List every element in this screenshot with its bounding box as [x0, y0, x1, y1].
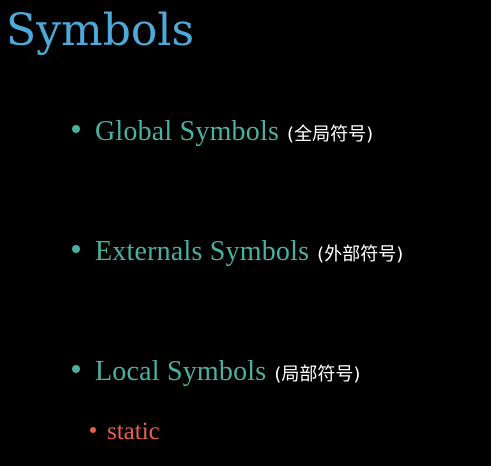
bullet-item-note: (局部符号) — [274, 364, 361, 385]
bullet-item-global-symbols: Global Symbols (全局符号) — [72, 116, 373, 148]
bullet-item-note: (外部符号) — [317, 244, 404, 265]
slide: Symbols Global Symbols (全局符号) Externals … — [0, 0, 491, 466]
sub-bullet-item-label: static — [107, 418, 160, 445]
bullet-item-label: Externals Symbols — [95, 236, 310, 267]
bullet-item-label: Local Symbols — [95, 356, 267, 387]
bullet-item-externals-symbols: Externals Symbols (外部符号) — [72, 236, 403, 268]
bullet-item-label: Global Symbols — [95, 116, 280, 147]
bullet-dot-icon — [72, 245, 80, 253]
sub-bullet-dot-icon — [90, 427, 96, 433]
bullet-item-note: (全局符号) — [287, 124, 374, 145]
sub-bullet-item-static: static — [90, 418, 160, 446]
bullet-dot-icon — [72, 125, 80, 133]
slide-title: Symbols — [6, 5, 195, 56]
bullet-dot-icon — [72, 365, 80, 373]
bullet-item-local-symbols: Local Symbols (局部符号) — [72, 356, 360, 388]
